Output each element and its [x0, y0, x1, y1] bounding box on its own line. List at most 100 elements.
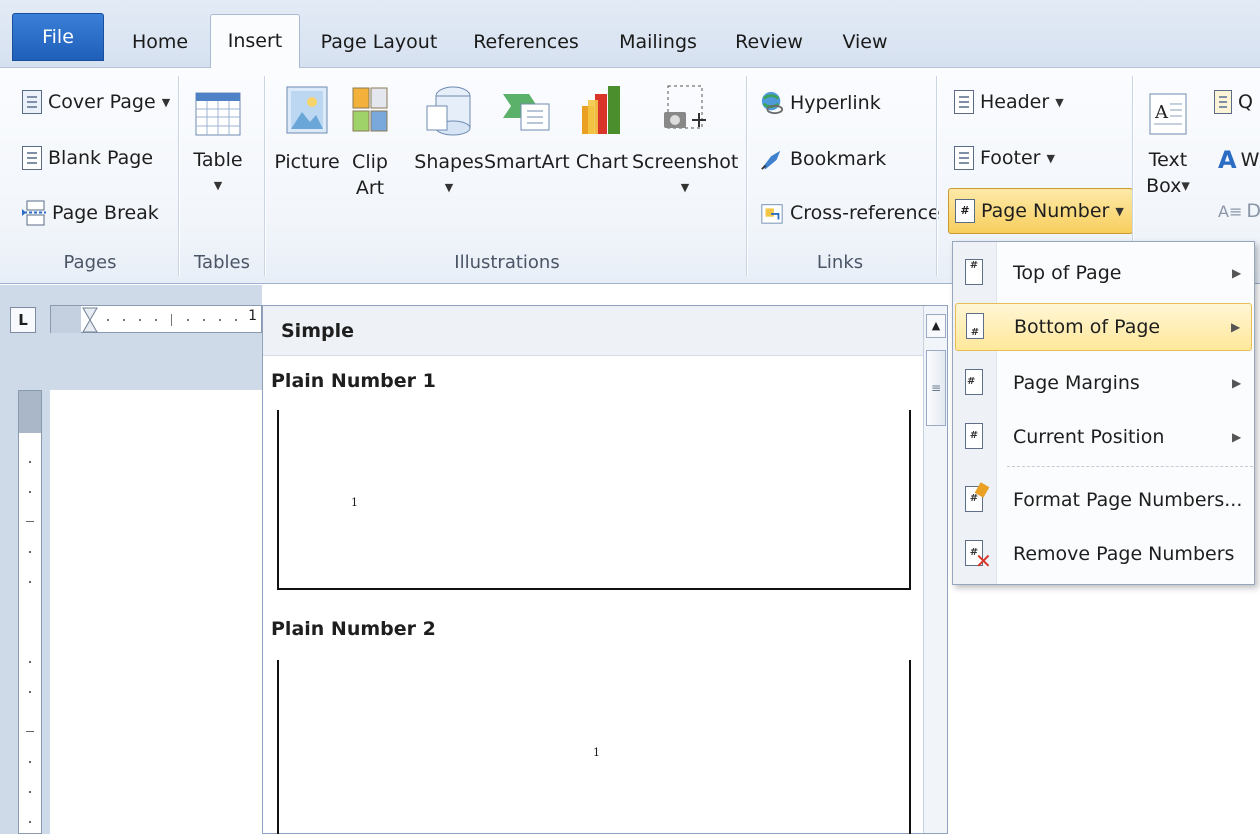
- page-break-button[interactable]: Page Break: [22, 200, 159, 226]
- horizontal-ruler[interactable]: 1: [50, 305, 262, 334]
- page-number-menu: # Top of Page ▶ # Bottom of Page ▶ # Pag…: [952, 241, 1255, 585]
- group-label-links: Links: [816, 252, 864, 273]
- picture-button[interactable]: Picture: [270, 84, 344, 175]
- tab-file[interactable]: File: [12, 13, 104, 61]
- svg-text:A: A: [1154, 102, 1169, 123]
- clip-art-label-line2: Art: [355, 177, 385, 199]
- menu-item-label: Top of Page: [1013, 262, 1122, 284]
- chevron-down-icon: ▼: [1115, 204, 1124, 218]
- header-label: Header: [980, 91, 1050, 113]
- bookmark-icon: [761, 150, 781, 170]
- cross-reference-icon: [761, 204, 783, 224]
- chevron-down-icon: ▼: [161, 95, 171, 109]
- tab-insert[interactable]: Insert: [210, 14, 300, 70]
- group-separator: [936, 76, 937, 276]
- tab-mailings[interactable]: Mailings: [606, 16, 710, 68]
- page-number-label: Page Number: [981, 200, 1110, 222]
- chevron-down-icon: ▼: [213, 179, 223, 192]
- vertical-ruler[interactable]: [18, 390, 42, 834]
- page-number-gallery: Simple Plain Number 1 1 Plain Number 2 1…: [262, 305, 948, 834]
- ruler-number: 1: [248, 308, 257, 324]
- chevron-down-icon: ▼: [444, 181, 454, 194]
- gallery-item-plain-number-1[interactable]: 1: [277, 410, 911, 590]
- footer-label: Footer: [980, 147, 1041, 169]
- format-page-numbers-icon: #: [961, 482, 991, 516]
- menu-item-remove-page-numbers[interactable]: # ✕ Remove Page Numbers: [955, 530, 1252, 578]
- footer-button[interactable]: Footer ▼: [954, 146, 1055, 170]
- group-separator: [746, 76, 747, 276]
- tab-home[interactable]: Home: [120, 16, 200, 68]
- shapes-icon: [426, 86, 471, 136]
- scroll-thumb[interactable]: ≡: [926, 350, 946, 426]
- menu-item-current-position[interactable]: # Current Position ▶: [955, 413, 1252, 461]
- gallery-item-plain-number-2[interactable]: 1: [277, 660, 911, 834]
- smartart-icon: [503, 94, 550, 131]
- group-label-pages: Pages: [63, 252, 117, 273]
- tab-references[interactable]: References: [464, 16, 588, 68]
- gallery-scrollbar[interactable]: ▲ ≡: [923, 306, 947, 833]
- menu-item-bottom-of-page[interactable]: # Bottom of Page ▶: [955, 303, 1252, 351]
- quick-parts-icon: [1214, 90, 1232, 114]
- table-button[interactable]: Table ▼: [186, 90, 250, 199]
- menu-item-label: Remove Page Numbers: [1013, 543, 1235, 565]
- top-of-page-icon: #: [961, 257, 991, 289]
- smartart-button[interactable]: SmartArt: [484, 84, 570, 175]
- table-label: Table: [193, 149, 243, 171]
- blank-page-label: Blank Page: [48, 147, 154, 169]
- text-box-label-line1: Text: [1148, 149, 1188, 171]
- gallery-section-header: Simple: [263, 306, 923, 356]
- text-box-button[interactable]: A Text Box▼: [1140, 92, 1196, 200]
- header-icon: [954, 90, 974, 114]
- cross-reference-button[interactable]: Cross-reference: [760, 200, 940, 226]
- footer-icon: [954, 146, 974, 170]
- screenshot-button[interactable]: Screenshot ▼: [632, 84, 738, 201]
- group-separator: [264, 76, 265, 276]
- blank-page-button[interactable]: Blank Page: [22, 146, 153, 170]
- tab-review[interactable]: Review: [728, 16, 810, 68]
- submenu-arrow-icon: ▶: [1232, 266, 1242, 280]
- submenu-arrow-icon: ▶: [1232, 430, 1242, 444]
- drop-cap-button[interactable]: A≡ D: [1218, 200, 1260, 222]
- clip-art-button[interactable]: Clip Art: [346, 84, 394, 201]
- document-area: L 1: [0, 285, 262, 834]
- gallery-item-title: Plain Number 2: [271, 618, 436, 640]
- menu-item-format-page-numbers[interactable]: # Format Page Numbers...: [955, 476, 1252, 524]
- page-break-icon: [22, 200, 46, 226]
- chart-button[interactable]: Chart: [572, 84, 632, 175]
- wordart-button[interactable]: A W: [1218, 146, 1259, 174]
- menu-item-label: Bottom of Page: [1014, 316, 1161, 338]
- header-button[interactable]: Header ▼: [954, 90, 1064, 114]
- tab-selector[interactable]: L: [10, 307, 36, 333]
- quick-parts-label: Q: [1238, 91, 1253, 113]
- cross-reference-label: Cross-reference: [790, 202, 940, 224]
- group-label-illustrations: Illustrations: [454, 252, 560, 273]
- tab-page-layout[interactable]: Page Layout: [316, 16, 442, 68]
- menu-item-top-of-page[interactable]: # Top of Page ▶: [955, 249, 1252, 297]
- submenu-arrow-icon: ▶: [1232, 376, 1242, 390]
- tab-view[interactable]: View: [832, 16, 898, 68]
- cover-page-icon: [22, 90, 42, 114]
- quick-parts-button[interactable]: Q: [1214, 90, 1253, 114]
- page-number-icon: #: [955, 199, 975, 223]
- cover-page-label: Cover Page: [48, 91, 156, 113]
- smartart-label: SmartArt: [484, 151, 570, 173]
- page-number-preview: 1: [351, 496, 358, 509]
- ruler-ticks-icon: [51, 306, 237, 334]
- blank-page-icon: [22, 146, 42, 170]
- document-page[interactable]: [50, 390, 262, 834]
- text-box-icon: A: [1149, 93, 1187, 135]
- table-icon: [195, 92, 241, 136]
- bookmark-button[interactable]: Bookmark: [760, 146, 886, 172]
- menu-item-page-margins[interactable]: # Page Margins ▶: [955, 359, 1252, 407]
- hyperlink-icon: [761, 91, 784, 115]
- screenshot-icon: [664, 85, 706, 129]
- page-number-button[interactable]: # Page Number ▼: [948, 188, 1133, 234]
- menu-item-label: Current Position: [1013, 426, 1165, 448]
- group-label-tables: Tables: [194, 252, 250, 273]
- hyperlink-button[interactable]: Hyperlink: [760, 90, 881, 116]
- cover-page-button[interactable]: Cover Page ▼: [22, 90, 170, 114]
- wordart-label: W: [1240, 149, 1260, 171]
- shapes-button[interactable]: Shapes ▼: [412, 84, 486, 201]
- drop-cap-icon: A≡: [1218, 201, 1243, 221]
- scroll-up-button[interactable]: ▲: [926, 314, 946, 338]
